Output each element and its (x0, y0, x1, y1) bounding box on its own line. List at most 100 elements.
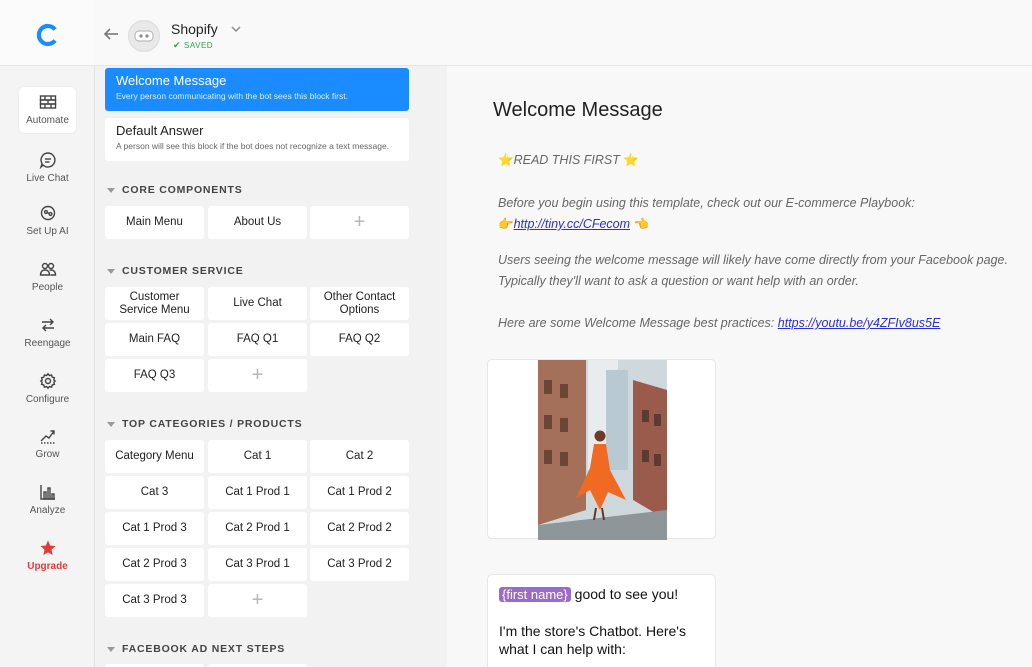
playbook-link[interactable]: http://tiny.cc/CFecom (514, 217, 630, 231)
block-button[interactable]: Live Chat (208, 287, 307, 320)
text-card-line-1: {first name} good to see you! (499, 585, 704, 604)
nav-item-set-up-ai[interactable]: Set Up AI (19, 198, 76, 244)
add-block-button[interactable]: + (208, 359, 307, 392)
people-icon (39, 262, 56, 276)
block-button[interactable]: Main FAQ (105, 323, 204, 356)
section-top-categories[interactable]: TOP CATEGORIES / PRODUCTS (107, 418, 302, 430)
ai-brain-icon (40, 205, 55, 221)
block-button[interactable]: Cat 2 Prod 2 (310, 512, 409, 545)
add-block-button[interactable]: + (208, 584, 307, 617)
nav-label: Set Up AI (26, 226, 69, 237)
best-practices-link[interactable]: https://youtu.be/y4ZFIv8us5E (778, 316, 941, 330)
section-core-components[interactable]: CORE COMPONENTS (107, 184, 243, 196)
text-line-playbook-link[interactable]: 👉http://tiny.cc/CFecom 👈 (498, 217, 649, 232)
nav-item-upgrade[interactable]: Upgrade (19, 533, 76, 579)
block-button[interactable]: Cat 1 Prod 1 (208, 476, 307, 509)
section-title: CUSTOMER SERVICE (122, 265, 244, 277)
text-card-line-2: I'm the store's Chatbot. Here's what I c… (499, 623, 686, 657)
block-button[interactable]: FAQ Q1 (208, 323, 307, 356)
block-title: Default Answer (116, 123, 204, 138)
gear-icon (39, 372, 56, 390)
saved-status: ✔ SAVED (173, 40, 213, 51)
nav-item-reengage[interactable]: Reengage (19, 310, 76, 356)
robot-icon (134, 30, 154, 42)
block-button[interactable]: FAQ Q2 (310, 323, 409, 356)
block-button[interactable]: Other Contact Options (310, 287, 409, 320)
nav-item-automate[interactable]: Automate (19, 87, 76, 133)
block-button[interactable]: Cat 1 Prod 3 (105, 512, 204, 545)
blocks-panel: Welcome Message Every person communicati… (95, 66, 447, 667)
checkmark-icon: ✔ (173, 40, 182, 50)
bar-chart-icon (39, 485, 55, 500)
read-first-text: READ THIS FIRST (513, 153, 620, 167)
image-card[interactable] (487, 359, 716, 540)
nav-item-live-chat[interactable]: Live Chat (19, 145, 76, 191)
block-button[interactable]: Cat 2 Prod 3 (105, 548, 204, 581)
section-title: CORE COMPONENTS (122, 184, 243, 196)
nav-label: Reengage (24, 338, 71, 349)
pointing-hand-icon: 👈 (633, 217, 650, 231)
block-welcome-message[interactable]: Welcome Message Every person communicati… (105, 68, 409, 111)
block-description: A person will see this block if the bot … (116, 141, 390, 151)
chevron-down-icon[interactable] (231, 25, 241, 33)
nav-label: Analyze (29, 505, 66, 516)
star-icon (40, 540, 55, 555)
block-editor: Welcome Message ⭐READ THIS FIRST ⭐ Befor… (447, 66, 1032, 667)
best-practices-text: Here are some Welcome Message best pract… (498, 316, 775, 330)
section-facebook-ad-next-steps[interactable]: FACEBOOK AD NEXT STEPS (107, 643, 285, 655)
text-line-read-first[interactable]: ⭐READ THIS FIRST ⭐ (498, 153, 639, 168)
bot-name[interactable]: Shopify (171, 21, 218, 37)
nav-label: Automate (26, 115, 69, 126)
block-button[interactable]: Category Menu (105, 440, 204, 473)
block-button[interactable]: Cat 3 (105, 476, 204, 509)
top-header: Shopify ✔ SAVED (95, 0, 1032, 66)
section-customer-service[interactable]: CUSTOMER SERVICE (107, 265, 244, 277)
chatfuel-logo[interactable] (36, 23, 60, 47)
block-button[interactable]: Cat 2 Prod 1 (208, 512, 307, 545)
block-button[interactable]: Cat 3 Prod 2 (310, 548, 409, 581)
editor-title[interactable]: Welcome Message (493, 99, 663, 122)
text-line-typically[interactable]: Typically they'll want to ask a question… (498, 274, 859, 288)
text-line-best-practices[interactable]: Here are some Welcome Message best pract… (498, 316, 940, 330)
star-emoji-icon: ⭐ (623, 153, 639, 167)
block-button[interactable]: Cat 1 Prod 2 (310, 476, 409, 509)
caret-down-icon (107, 187, 115, 193)
nav-label: Grow (35, 449, 60, 460)
nav-label: People (31, 282, 64, 293)
back-arrow-icon[interactable] (103, 27, 119, 41)
nav-label: Upgrade (27, 561, 68, 572)
block-button[interactable]: Cat 3 Prod 1 (208, 548, 307, 581)
logo-area (0, 0, 95, 66)
caret-down-icon (107, 268, 115, 274)
chat-bubble-icon (39, 152, 56, 169)
text-line-users-seeing[interactable]: Users seeing the welcome message will li… (498, 253, 1008, 267)
nav-item-people[interactable]: People (19, 254, 76, 300)
nav-label: Configure (25, 394, 70, 405)
add-block-button[interactable]: + (310, 206, 409, 239)
block-default-answer[interactable]: Default Answer A person will see this bl… (105, 118, 409, 161)
block-button[interactable]: Cat 1 (208, 440, 307, 473)
block-button[interactable]: Main Menu (105, 206, 204, 239)
text-card[interactable]: {first name} good to see you! I'm the st… (487, 574, 716, 667)
block-button[interactable]: Customer Service Menu (105, 287, 204, 320)
trend-up-icon (40, 430, 55, 444)
swap-arrows-icon (41, 318, 54, 332)
greeting-text: good to see you! (570, 586, 679, 602)
bricks-icon (39, 95, 56, 109)
block-button[interactable]: About Us (208, 206, 307, 239)
block-button[interactable]: FAQ Q3 (105, 359, 204, 392)
block-button[interactable]: Cat 3 Prod 3 (105, 584, 204, 617)
block-button[interactable]: Cat 2 (310, 440, 409, 473)
nav-item-grow[interactable]: Grow (19, 421, 76, 467)
bot-avatar[interactable] (128, 20, 160, 52)
block-title: Welcome Message (116, 73, 227, 88)
nav-item-configure[interactable]: Configure (19, 366, 76, 412)
first-name-variable[interactable]: {first name} (499, 587, 571, 602)
caret-down-icon (107, 646, 115, 652)
nav-item-analyze[interactable]: Analyze (19, 477, 76, 523)
block-description: Every person communicating with the bot … (116, 91, 348, 101)
text-line-before-begin[interactable]: Before you begin using this template, ch… (498, 196, 915, 210)
nav-label: Live Chat (26, 173, 69, 184)
fashion-photo (538, 360, 667, 540)
